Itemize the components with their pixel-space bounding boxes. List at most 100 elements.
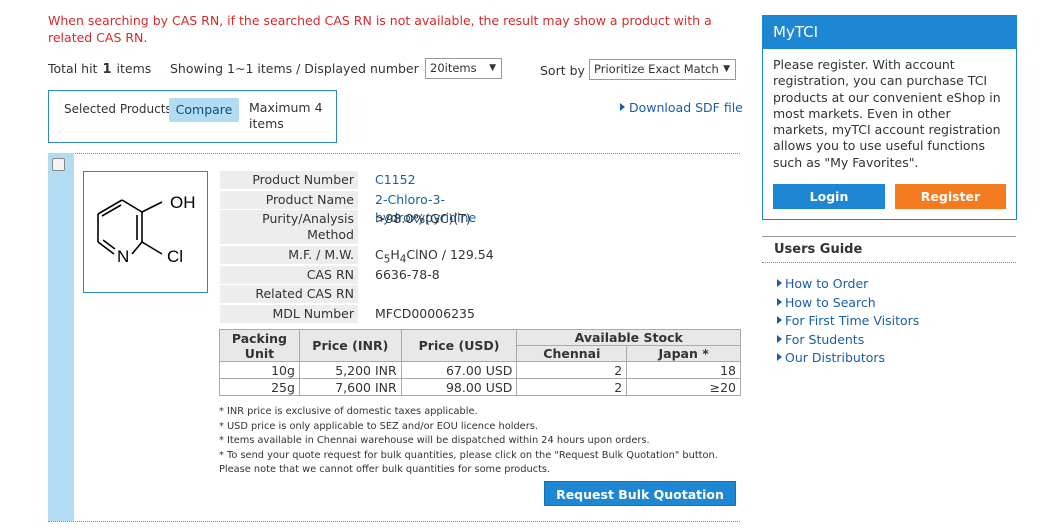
- dropdown-arrow-icon: ▼: [723, 64, 730, 74]
- mytci-panel: MyTCI Please register. With account regi…: [762, 15, 1017, 220]
- mfmw-row: M.F. / M.W. C5H4ClNO / 129.54: [220, 246, 520, 266]
- guide-link-distributors[interactable]: Our Distributors: [777, 349, 919, 368]
- product-name-row: Product Name 2-Chloro-3-hydroxypyridine: [220, 190, 520, 225]
- structure-n-label: N: [117, 247, 129, 266]
- selection-stripe: [48, 153, 74, 521]
- triangle-right-icon: [777, 279, 782, 287]
- users-guide-list: How to Order How to Search For First Tim…: [777, 275, 919, 368]
- total-hit-label: Total hit: [48, 61, 98, 76]
- login-button[interactable]: Login: [773, 184, 885, 209]
- purity-value: >98.0%(GC)(T): [375, 211, 471, 226]
- mdl-value: MFCD00006235: [375, 305, 475, 321]
- price-inr-cell: 5,200 INR: [298, 361, 402, 379]
- sort-label: Sort by: [540, 63, 585, 78]
- triangle-right-icon: [777, 316, 782, 324]
- related-cas-label: Related CAS RN: [220, 285, 358, 303]
- triangle-right-icon: [620, 103, 625, 111]
- users-guide-title: Users Guide: [774, 242, 863, 257]
- triangle-right-icon: [777, 334, 782, 343]
- max-items-text: Maximum 4 items: [249, 100, 323, 131]
- product-result: OH N Cl Product Number C1152 Product Nam…: [48, 153, 741, 525]
- compare-button[interactable]: Compare: [169, 98, 239, 122]
- structure-cl-label: Cl: [167, 247, 183, 266]
- sort-value: Prioritize Exact Match: [594, 62, 719, 76]
- product-number-row: Product Number C1152: [220, 171, 520, 191]
- note-line: * INR price is exclusive of domestic tax…: [219, 406, 478, 417]
- mf-part: C: [375, 247, 384, 262]
- guide-link-label: How to Order: [785, 276, 869, 291]
- total-hit-items-label: items: [116, 61, 152, 76]
- per-page-select[interactable]: 20items ▼: [425, 58, 502, 79]
- mytci-title: MyTCI: [763, 16, 1016, 49]
- select-product-checkbox[interactable]: [52, 158, 65, 171]
- register-button[interactable]: Register: [895, 184, 1006, 209]
- price-usd-cell: 98.00 USD: [400, 378, 518, 396]
- download-sdf-link[interactable]: Download SDF file: [620, 100, 743, 115]
- mytci-text: Please register. With account registrati…: [773, 57, 1001, 170]
- note-line: * Items available in Chennai warehouse w…: [219, 435, 650, 446]
- cas-value: 6636-78-8: [375, 266, 440, 282]
- chennai-header: Chennai: [516, 345, 628, 362]
- request-bulk-quotation-button[interactable]: Request Bulk Quotation: [544, 481, 736, 506]
- packing-unit-cell: 10g: [219, 361, 300, 379]
- divider: [762, 262, 1016, 263]
- table-row: 25g 7,600 INR 98.00 USD 2 ≥20: [219, 378, 741, 396]
- guide-link-label: Our Distributors: [785, 350, 886, 365]
- product-name-label: Product Name: [220, 190, 358, 209]
- product-info: Product Number C1152 Product Name 2-Chlo…: [220, 171, 520, 324]
- mf-part: ClNO / 129.54: [406, 247, 494, 262]
- japan-header: Japan *: [626, 345, 741, 362]
- cas-warning-text: When searching by CAS RN, if the searche…: [48, 13, 712, 45]
- cas-row: CAS RN 6636-78-8: [220, 265, 520, 286]
- sort-select[interactable]: Prioritize Exact Match ▼: [589, 59, 736, 80]
- purity-label: Purity/Analysis Method: [220, 210, 358, 244]
- price-usd-header: Price (USD): [400, 329, 518, 362]
- price-inr-cell: 7,600 INR: [298, 378, 402, 396]
- download-sdf-label: Download SDF file: [629, 100, 743, 115]
- guide-link-label: How to Search: [785, 294, 876, 310]
- product-number-link[interactable]: C1152: [375, 171, 416, 189]
- mdl-row: MDL Number MFCD00006235: [220, 304, 520, 325]
- selected-products-label: Selected Products: [64, 102, 172, 116]
- purity-row: Purity/Analysis Method >98.0%(GC)(T): [220, 210, 520, 246]
- triangle-right-icon: [777, 297, 782, 306]
- divider: [48, 521, 740, 522]
- price-notes: * INR price is exclusive of domestic tax…: [219, 405, 719, 478]
- per-page-value: 20items: [430, 61, 477, 75]
- packing-table: Packing Unit Price (INR) Price (USD) Ava…: [219, 329, 741, 396]
- chennai-stock-cell: 2: [516, 361, 628, 379]
- structure-oh-label: OH: [170, 193, 196, 212]
- price-inr-header: Price (INR): [298, 329, 402, 362]
- cas-label: CAS RN: [220, 265, 358, 284]
- mf-part: H: [390, 247, 400, 262]
- note-line: * USD price is only applicable to SEZ an…: [219, 420, 538, 432]
- showing-text: Showing 1∼1 items / Displayed number: [170, 61, 419, 76]
- guide-link-how-to-order[interactable]: How to Order: [777, 275, 919, 294]
- guide-link-label: For First Time Visitors: [785, 313, 920, 328]
- japan-stock-cell: 18: [626, 361, 741, 379]
- packing-unit-header: Packing Unit: [219, 329, 300, 362]
- guide-link-label: For Students: [785, 331, 865, 347]
- product-number-label: Product Number: [220, 171, 358, 189]
- guide-link-first-time-visitors[interactable]: For First Time Visitors: [777, 312, 919, 331]
- table-row: 10g 5,200 INR 67.00 USD 2 18: [219, 361, 741, 379]
- packing-unit-cell: 25g: [219, 378, 300, 396]
- guide-link-students[interactable]: For Students: [777, 331, 919, 350]
- mdl-label: MDL Number: [220, 304, 358, 323]
- selected-products-box: Selected Products Compare Maximum 4 item…: [48, 90, 337, 143]
- chemical-structure-icon: OH N Cl: [97, 193, 196, 266]
- structure-image[interactable]: OH N Cl: [83, 171, 208, 293]
- dropdown-arrow-icon: ▼: [489, 63, 496, 73]
- mfmw-label: M.F. / M.W.: [220, 246, 358, 264]
- note-line: * To send your quote request for bulk qu…: [219, 449, 718, 476]
- related-cas-row: Related CAS RN: [220, 285, 520, 305]
- available-stock-header: Available Stock: [516, 329, 741, 346]
- price-usd-cell: 67.00 USD: [400, 361, 518, 379]
- japan-stock-cell: ≥20: [626, 378, 741, 396]
- guide-link-how-to-search[interactable]: How to Search: [777, 294, 919, 313]
- total-hit: Total hit 1 items: [48, 61, 151, 77]
- results-bar: Total hit 1 items Showing 1∼1 items / Disp…: [48, 58, 740, 80]
- chennai-stock-cell: 2: [516, 378, 628, 396]
- total-hit-count: 1: [102, 62, 112, 77]
- guide-divider: [762, 236, 1016, 237]
